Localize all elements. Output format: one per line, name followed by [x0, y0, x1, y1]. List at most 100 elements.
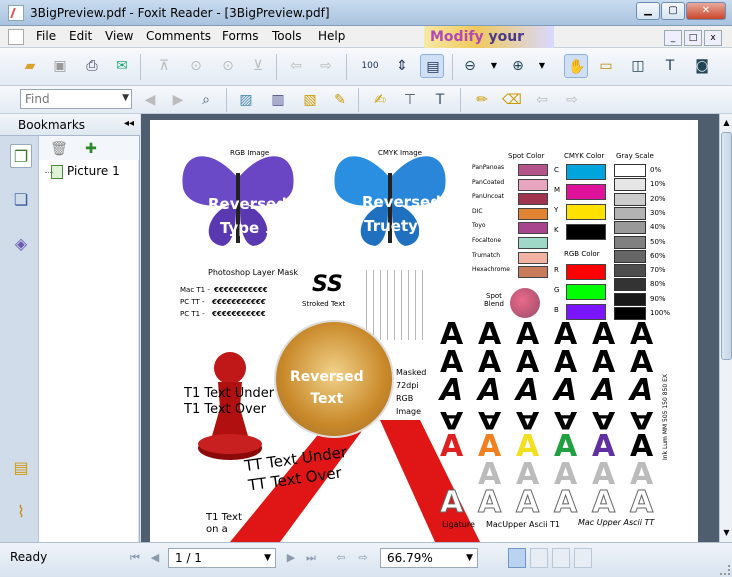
doc-restore-button[interactable]: □ [684, 30, 702, 46]
status-text: Ready [10, 550, 48, 564]
select-text-button[interactable]: ▭ [594, 54, 618, 78]
text-box-button[interactable]: ⊤ [398, 88, 422, 112]
resize-grip[interactable] [720, 565, 730, 575]
find-prev-icon: ◀ [144, 92, 156, 108]
mac-t1-label: Mac T1 - [180, 286, 210, 294]
typewriter-button[interactable]: T [658, 54, 682, 78]
menu-file[interactable]: File [36, 29, 56, 43]
maximize-button[interactable]: ▢ [661, 2, 685, 20]
add-bookmark-button[interactable]: ✚ [79, 137, 103, 161]
menu-view[interactable]: View [105, 29, 133, 43]
first-page-status-button[interactable]: ⏮ [126, 548, 144, 568]
hand-tool-button[interactable]: ✋ [564, 54, 588, 78]
menu-comments[interactable]: Comments [146, 29, 211, 43]
document-viewer[interactable]: RGB Image CMYK Image Reversed Type 1 Rev… [141, 114, 719, 542]
comments-tab-icon[interactable]: ▤ [10, 456, 32, 480]
attachments-tab-icon[interactable]: ⌇ [10, 500, 32, 524]
doc-close-button[interactable]: x [704, 30, 722, 46]
back-button[interactable]: ⇦ [284, 54, 308, 78]
movie-button[interactable]: ▥ [266, 88, 290, 112]
next-page-status-button[interactable]: ▶ [282, 548, 300, 568]
scroll-down-icon[interactable]: ▼ [721, 526, 732, 540]
eraser-button[interactable]: ⌫ [500, 88, 524, 112]
prev-page-status-button[interactable]: ◀ [146, 548, 164, 568]
zoom-out-button[interactable]: ⊖ [458, 54, 482, 78]
fit-page-button[interactable]: ▤ [420, 54, 444, 78]
scroll-up-icon[interactable]: ▲ [721, 116, 732, 130]
save-button[interactable]: ▣ [48, 54, 72, 78]
zoom-in-dropdown[interactable]: ▼ [530, 54, 554, 78]
menu-forms[interactable]: Forms [222, 29, 258, 43]
forward-icon: ⇨ [320, 58, 332, 74]
find-box[interactable]: ▼ [20, 89, 132, 109]
stroked-text-label: Stroked Text [302, 300, 346, 308]
pdf-page[interactable]: RGB Image CMYK Image Reversed Type 1 Rev… [150, 120, 698, 542]
fit-width-button[interactable]: ⇕ [390, 54, 414, 78]
separator [226, 88, 227, 112]
print-button[interactable]: ⎙ [80, 54, 104, 78]
callout-button[interactable]: T [428, 88, 452, 112]
single-page-button[interactable] [508, 548, 526, 568]
title-bar: 3BigPreview.pdf - Foxit Reader - [3BigPr… [0, 0, 732, 26]
redo-button[interactable]: ⇨ [560, 88, 584, 112]
delete-bookmark-button[interactable]: 🗑 [47, 137, 71, 161]
last-page-button[interactable]: ⊻ [246, 54, 270, 78]
zoom-field[interactable]: 66.79% ▼ [380, 548, 478, 568]
close-button[interactable]: ✕ [686, 2, 726, 20]
spot-swatch [518, 178, 548, 191]
bookmarks-tab-icon[interactable]: ❐ [10, 144, 32, 168]
link-button[interactable]: ▧ [298, 88, 322, 112]
facing-button[interactable] [552, 548, 570, 568]
letter-a: A [592, 373, 616, 408]
chevron-down-icon[interactable]: ▼ [122, 93, 129, 103]
find-next-button[interactable]: ▶ [166, 88, 190, 112]
attach-button[interactable]: ✎ [328, 88, 352, 112]
menu-edit[interactable]: Edit [69, 29, 92, 43]
page-number-field[interactable]: 1 / 1 ▼ [168, 548, 276, 568]
first-page-button[interactable]: ⊼ [152, 54, 176, 78]
pages-tab-icon[interactable]: ❏ [10, 188, 32, 212]
email-button[interactable]: ✉ [110, 54, 134, 78]
forward-status-button[interactable]: ⇨ [354, 548, 372, 568]
gray-scale-header: Gray Scale [616, 152, 654, 160]
document-icon[interactable] [8, 29, 24, 45]
zoom-in-button[interactable]: ⊕ [506, 54, 530, 78]
chevron-down-icon[interactable]: ▼ [264, 549, 271, 567]
continuous-facing-button[interactable] [574, 548, 592, 568]
letter-a: A [591, 485, 616, 520]
bookmark-item[interactable]: Picture 1 [45, 164, 139, 182]
layers-tab-icon[interactable]: ◈ [10, 232, 32, 256]
zoom-value: 66.79% [387, 551, 433, 565]
menu-tools[interactable]: Tools [272, 29, 302, 43]
image-tool-button[interactable]: ◙ [690, 54, 714, 78]
next-page-button[interactable]: ⊙ [216, 54, 240, 78]
scroll-thumb[interactable] [721, 132, 732, 360]
open-button[interactable]: ▰ [18, 54, 42, 78]
gray-swatch [614, 192, 646, 206]
prev-page-button[interactable]: ⊙ [184, 54, 208, 78]
menu-help[interactable]: Help [318, 29, 345, 43]
doc-minimize-button[interactable]: _ [664, 30, 682, 46]
vertical-scrollbar[interactable]: ▲ ▼ [719, 114, 732, 542]
cmyk-swatch [566, 204, 606, 220]
pencil-button[interactable]: ✏ [470, 88, 494, 112]
chevron-down-icon[interactable]: ▼ [466, 549, 473, 567]
find-prev-button[interactable]: ◀ [138, 88, 162, 112]
zoom-out-dropdown[interactable]: ▼ [482, 54, 506, 78]
search-button[interactable]: ⌕ [194, 88, 218, 112]
find-input[interactable] [21, 90, 117, 108]
snapshot-button[interactable]: ◫ [626, 54, 650, 78]
minimize-button[interactable]: ▁ [636, 2, 660, 20]
spot-swatch [518, 222, 548, 235]
note-button[interactable]: ✍ [368, 88, 392, 112]
last-page-status-button[interactable]: ⏭ [302, 548, 320, 568]
undo-button[interactable]: ⇦ [530, 88, 554, 112]
back-status-button[interactable]: ⇦ [332, 548, 350, 568]
forward-button[interactable]: ⇨ [314, 54, 338, 78]
image-button[interactable]: ▨ [234, 88, 258, 112]
continuous-button[interactable] [530, 548, 548, 568]
collapse-panel-icon[interactable]: ◂◂ [124, 118, 134, 129]
actual-size-button[interactable]: 100 [358, 54, 382, 78]
ad-banner[interactable]: Modify your PDFs [424, 26, 554, 67]
bookmarks-panel: Bookmarks ◂◂ ❐ ❏ ◈ ▤ ⌇ 🗑 ✚ Picture 1 [0, 114, 140, 542]
